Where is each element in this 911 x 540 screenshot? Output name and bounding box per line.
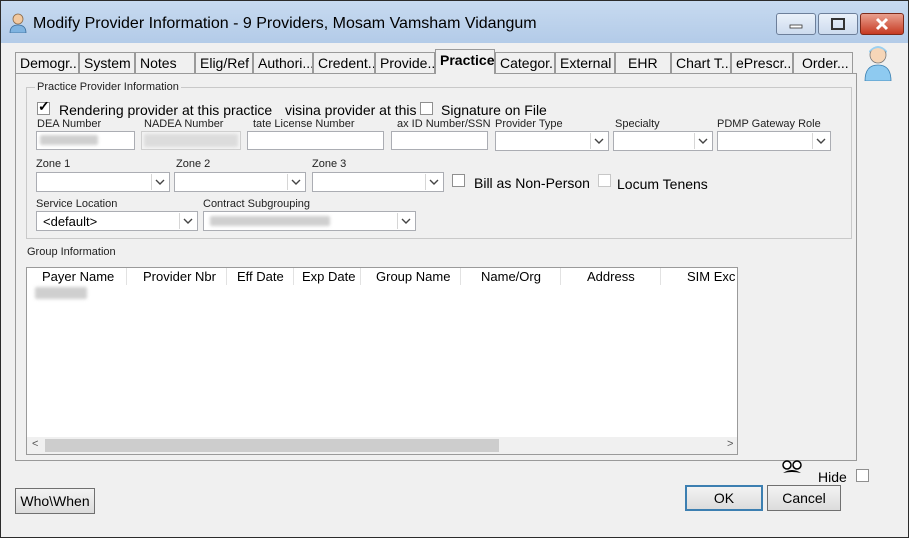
chevron-down-icon xyxy=(401,218,411,224)
service-location-value: <default> xyxy=(43,214,98,229)
chevron-down-icon xyxy=(429,179,439,185)
tab-authorizations[interactable]: Authori... xyxy=(253,52,313,73)
zone2-select[interactable] xyxy=(174,172,306,192)
modify-provider-dialog: Modify Provider Information - 9 Provider… xyxy=(0,0,909,538)
column-header[interactable]: Provider Nbr xyxy=(127,268,227,285)
chevron-down-icon xyxy=(594,138,604,144)
group-information-grid[interactable]: Payer Name Provider Nbr Eff Date Exp Dat… xyxy=(26,267,738,455)
tab-ehr[interactable]: EHR xyxy=(615,52,671,73)
group-title: Practice Provider Information xyxy=(35,81,181,93)
checkmark-icon: ✓ xyxy=(38,98,50,114)
glasses-mustache-icon xyxy=(782,460,802,473)
state-license-label: tate License Number xyxy=(253,118,355,130)
column-header[interactable]: Address xyxy=(561,268,661,285)
hide-label: Hide xyxy=(818,469,847,485)
redacted-value xyxy=(210,216,330,226)
locum-tenens-checkbox[interactable] xyxy=(598,174,611,187)
window-title: Modify Provider Information - 9 Provider… xyxy=(33,15,537,32)
zone1-label: Zone 1 xyxy=(36,158,71,170)
hide-checkbox[interactable] xyxy=(856,469,869,482)
provider-type-label: Provider Type xyxy=(495,118,563,130)
tab-eprescribing[interactable]: ePrescr... xyxy=(731,52,793,73)
cancel-button[interactable]: Cancel xyxy=(767,485,841,511)
tab-credentials[interactable]: Credent... xyxy=(313,52,375,73)
tab-categories[interactable]: Categor... xyxy=(495,52,555,73)
ok-button[interactable]: OK xyxy=(685,485,763,511)
rendering-provider-checkbox[interactable]: ✓ xyxy=(37,98,50,115)
horizontal-scrollbar[interactable]: < > xyxy=(27,437,737,454)
column-header[interactable]: Group Name xyxy=(361,268,461,285)
tax-id-field[interactable] xyxy=(391,131,488,150)
dea-number-field[interactable] xyxy=(36,131,135,150)
chevron-down-icon xyxy=(698,138,708,144)
nadea-number-label: NADEA Number xyxy=(144,118,224,130)
column-header[interactable]: SIM Exc xyxy=(661,268,737,285)
scroll-left-icon[interactable]: < xyxy=(32,438,38,450)
pdmp-role-label: PDMP Gateway Role xyxy=(717,118,821,130)
group-information-label: Group Information xyxy=(27,246,116,258)
provider-type-select[interactable] xyxy=(495,131,609,151)
pdmp-role-select[interactable] xyxy=(717,131,831,151)
specialty-label: Specialty xyxy=(615,118,660,130)
title-bar[interactable]: Modify Provider Information - 9 Provider… xyxy=(1,1,908,43)
zone3-select[interactable] xyxy=(312,172,444,192)
rendering-provider-label: Rendering provider at this practice xyxy=(59,102,273,118)
zone1-select[interactable] xyxy=(36,172,170,192)
tab-elig-ref[interactable]: Elig/Ref xyxy=(195,52,253,73)
redacted-value xyxy=(40,135,98,145)
user-icon xyxy=(9,13,27,33)
nadea-number-field[interactable] xyxy=(141,131,241,150)
tab-provider[interactable]: Provide... xyxy=(375,52,435,73)
chevron-down-icon xyxy=(816,138,826,144)
who-when-button[interactable]: Who\When xyxy=(15,488,95,514)
tab-practice[interactable]: Practice xyxy=(435,49,495,74)
zone3-label: Zone 3 xyxy=(312,158,347,170)
bill-non-person-checkbox[interactable] xyxy=(452,174,465,187)
tax-id-label: ax ID Number/SSN xyxy=(397,118,491,130)
provider-avatar-icon xyxy=(864,46,892,81)
tab-notes[interactable]: Notes xyxy=(135,52,195,73)
contract-subgrouping-label: Contract Subgrouping xyxy=(203,198,311,210)
maximize-button[interactable] xyxy=(818,13,858,35)
locum-tenens-label: Locum Tenens xyxy=(617,176,708,192)
contract-subgrouping-select[interactable] xyxy=(203,211,416,231)
tab-chart-tabs[interactable]: Chart T... xyxy=(671,52,731,73)
zone2-label: Zone 2 xyxy=(176,158,211,170)
column-header[interactable]: Exp Date xyxy=(294,268,361,285)
redacted-value xyxy=(144,134,238,147)
bill-non-person-label: Bill as Non-Person xyxy=(474,175,590,191)
chevron-down-icon xyxy=(155,179,165,185)
scroll-right-icon[interactable]: > xyxy=(727,438,733,450)
service-location-label: Service Location xyxy=(36,198,118,210)
state-license-field[interactable] xyxy=(247,131,384,150)
minimize-button[interactable] xyxy=(776,13,816,35)
close-icon xyxy=(875,17,889,31)
redacted-row xyxy=(35,287,87,299)
chevron-down-icon xyxy=(183,218,193,224)
tab-demographics[interactable]: Demogr... xyxy=(15,52,79,73)
column-header[interactable]: Name/Org xyxy=(461,268,561,285)
supervising-provider-label: visina provider at this xyxy=(285,102,417,118)
supervising-provider-checkbox[interactable] xyxy=(420,102,433,115)
tab-system[interactable]: System xyxy=(79,52,135,73)
column-header[interactable]: Payer Name xyxy=(27,268,127,285)
service-location-select[interactable]: <default> xyxy=(36,211,198,231)
minimize-icon xyxy=(789,24,803,29)
close-button[interactable] xyxy=(860,13,904,35)
maximize-icon xyxy=(831,18,845,30)
chevron-down-icon xyxy=(291,179,301,185)
column-header[interactable]: Eff Date xyxy=(227,268,294,285)
tab-orders[interactable]: Order... xyxy=(793,52,853,73)
scrollbar-thumb[interactable] xyxy=(45,439,499,452)
dea-number-label: DEA Number xyxy=(37,118,102,130)
signature-on-file-label: Signature on File xyxy=(441,102,547,118)
grid-header: Payer Name Provider Nbr Eff Date Exp Dat… xyxy=(27,268,737,285)
tab-external[interactable]: External xyxy=(555,52,615,73)
specialty-select[interactable] xyxy=(613,131,713,151)
